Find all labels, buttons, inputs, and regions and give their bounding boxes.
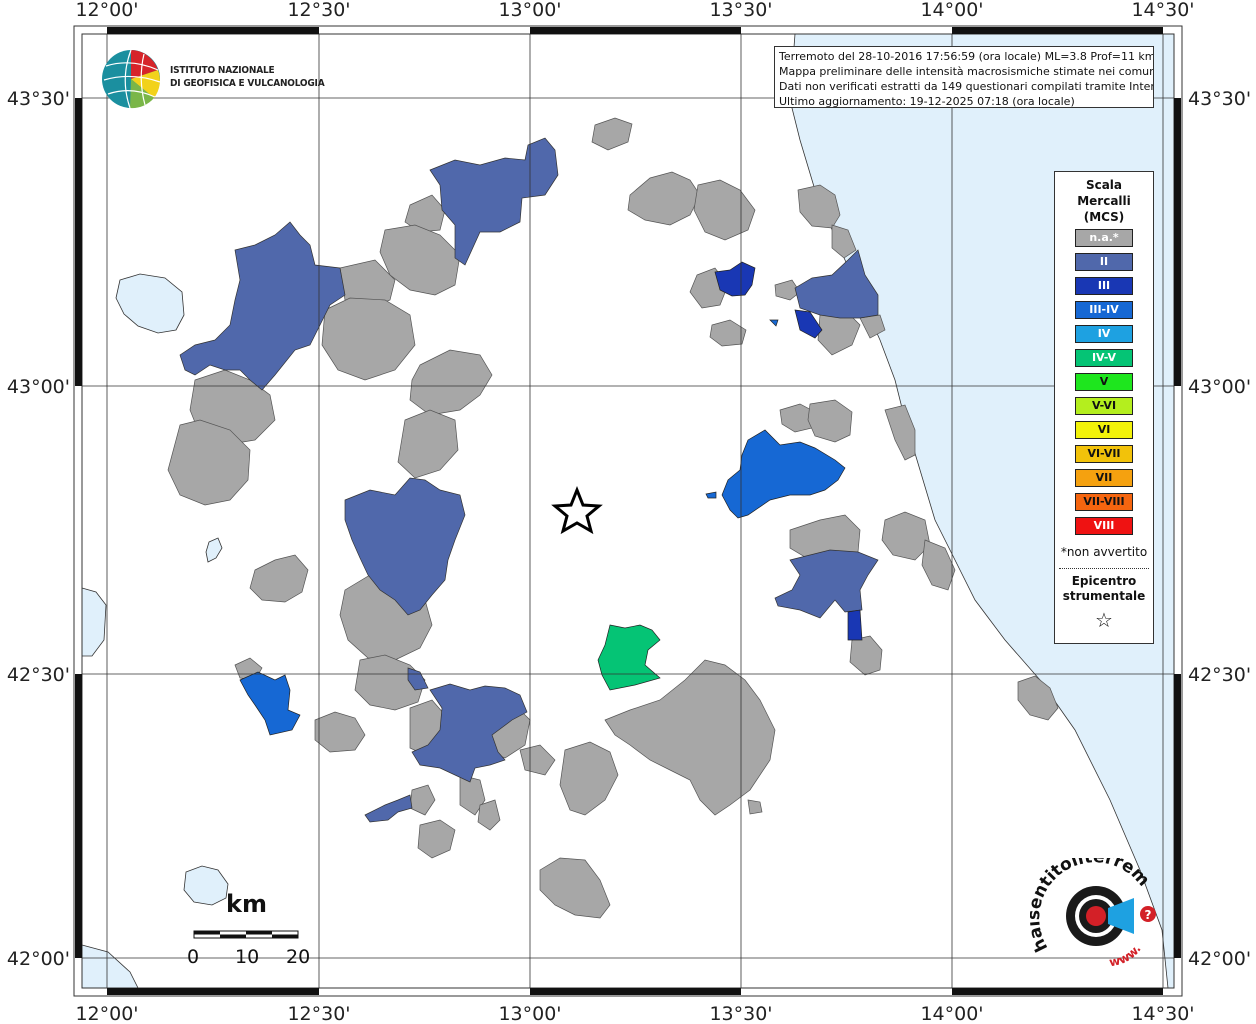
legend-swatch: III-IV <box>1075 301 1133 319</box>
lat-label: 42°30' <box>1188 664 1251 686</box>
legend-swatch: IV <box>1075 325 1133 343</box>
lon-label: 14°30' <box>1131 0 1194 21</box>
scale-bar <box>193 930 299 939</box>
svg-text:www.: www. <box>1108 942 1144 969</box>
hst-seismograph-icon: ? haisentitoilterremoto.it www. <box>1024 843 1156 969</box>
lat-label: 43°30' <box>7 88 70 110</box>
latitude-labels-right: 43°30' 43°00' 42°30' 42°00' <box>1188 88 1251 970</box>
mcs-legend: Scala Mercalli (MCS) n.a.* II III III-IV IV I… <box>1054 171 1154 644</box>
legend-swatch: V-VI <box>1075 397 1133 415</box>
legend-separator <box>1059 568 1149 569</box>
event-info-line1: Terremoto del 28-10-2016 17:56:59 (ora l… <box>779 50 1154 63</box>
lat-label: 42°00' <box>7 948 70 970</box>
lon-label: 14°00' <box>920 0 983 21</box>
ingv-name-line2: DI GEOFISICA E VULCANOLOGIA <box>170 78 325 89</box>
lon-label: 12°00' <box>75 1003 138 1024</box>
legend-swatch: VII <box>1075 469 1133 487</box>
legend-title-line1: Scala <box>1085 178 1123 192</box>
ingv-name-line1: ISTITUTO NAZIONALE <box>170 65 275 76</box>
scale-tick-label: 0 <box>187 946 200 968</box>
legend-swatch: II <box>1075 253 1133 271</box>
event-info-line4: Ultimo aggiornamento: 19-12-2025 07:18 (… <box>779 95 1075 108</box>
hst-logo: ? haisentitoilterremoto.it www. <box>1024 843 1170 978</box>
legend-title-line3: (MCS) <box>1083 210 1125 224</box>
legend-swatch: VII-VIII <box>1075 493 1133 511</box>
lon-label: 13°30' <box>709 0 772 21</box>
longitude-labels-bottom: 12°00' 12°30' 13°00' 13°30' 14°00' 14°30… <box>75 1003 1194 1024</box>
lon-label: 12°30' <box>287 1003 350 1024</box>
longitude-labels-top: 12°00' 12°30' 13°00' 13°30' 14°00' 14°30… <box>75 0 1194 21</box>
scale-tick-label: 10 <box>235 946 260 968</box>
svg-text:?: ? <box>1145 908 1152 922</box>
legend-swatch: VIII <box>1075 517 1133 535</box>
lat-label: 43°00' <box>1188 376 1251 398</box>
lon-label: 13°30' <box>709 1003 772 1024</box>
legend-title-line2: Mercalli <box>1077 194 1131 208</box>
ingv-globe-icon <box>102 49 161 109</box>
event-info-line3: Dati non verificati estratti da 149 ques… <box>779 80 1154 93</box>
legend-swatch: n.a.* <box>1075 229 1133 247</box>
lat-label: 43°00' <box>7 376 70 398</box>
event-info-box: Terremoto del 28-10-2016 17:56:59 (ora l… <box>774 46 1154 108</box>
scale-unit: km <box>226 890 267 918</box>
legend-swatch: VI-VII <box>1075 445 1133 463</box>
legend-title: Scala Mercalli (MCS) <box>1055 177 1153 225</box>
lon-label: 12°30' <box>287 0 350 21</box>
lat-label: 42°00' <box>1188 948 1251 970</box>
hst-logo-www: www. <box>1108 942 1144 969</box>
scale-tick-label: 20 <box>286 946 311 968</box>
lon-label: 12°00' <box>75 0 138 21</box>
legend-epicentre-line1: Epicentro <box>1071 574 1137 588</box>
legend-swatch: IV-V <box>1075 349 1133 367</box>
legend-epicentre-line2: strumentale <box>1062 589 1146 603</box>
lon-label: 14°00' <box>920 1003 983 1024</box>
legend-epicentre-label: Epicentro strumentale <box>1055 574 1153 604</box>
lon-label: 13°00' <box>498 1003 561 1024</box>
lat-label: 43°30' <box>1188 88 1251 110</box>
legend-swatch: V <box>1075 373 1133 391</box>
legend-swatch: III <box>1075 277 1133 295</box>
event-info-line2: Mappa preliminare delle intensità macros… <box>779 65 1154 78</box>
legend-swatch: VI <box>1075 421 1133 439</box>
legend-note: *non avvertito <box>1060 545 1148 559</box>
ingv-logo: ISTITUTO NAZIONALE DI GEOFISICA E VULCAN… <box>100 48 330 110</box>
lat-label: 42°30' <box>7 664 70 686</box>
legend-star-icon: ☆ <box>1095 608 1113 632</box>
ingv-name: ISTITUTO NAZIONALE DI GEOFISICA E VULCAN… <box>170 64 325 90</box>
latitude-labels-left: 43°30' 43°00' 42°30' 42°00' <box>7 88 70 970</box>
lon-label: 13°00' <box>498 0 561 21</box>
lon-label: 14°30' <box>1131 1003 1194 1024</box>
